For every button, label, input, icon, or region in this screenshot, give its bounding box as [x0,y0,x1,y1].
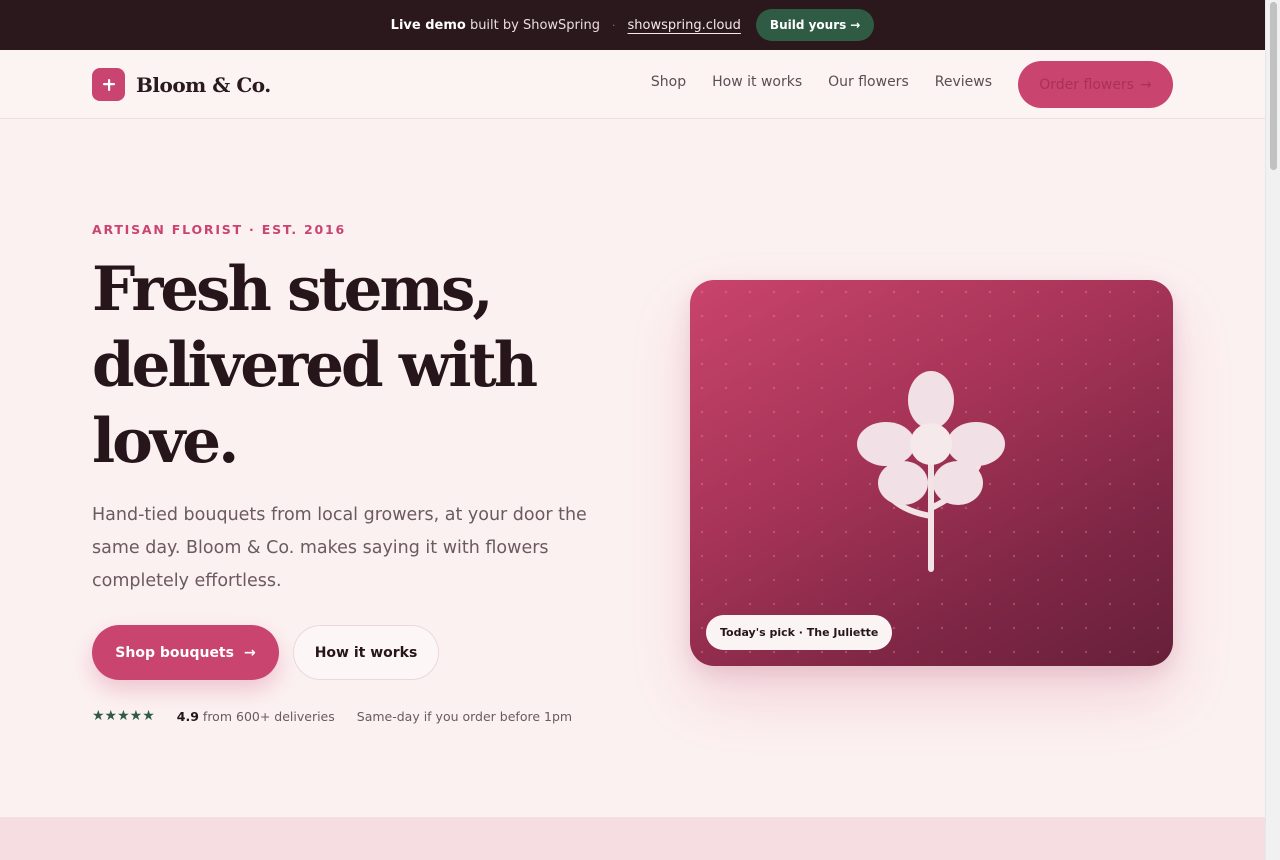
social-proof: ★★★★★ 4.9 from 600+ deliveries Same-day … [92,708,572,724]
brand-name: Bloom & Co. [136,72,271,97]
arrow-right-icon: → [1140,76,1152,93]
next-section-band [0,817,1265,860]
flower-icon [857,371,1005,572]
headline-line-2: delivered with [92,330,538,401]
arrow-right-icon: → [243,644,256,661]
hero-lede: Hand-tied bouquets from local growers, a… [92,505,587,591]
order-flowers-label: Order flowers [1039,76,1134,93]
nav-link-our-flowers[interactable]: Our flowers [828,74,909,90]
headline-line-1: Fresh stems, [92,254,494,325]
demo-banner-credit: built by ShowSpring [465,17,600,33]
scrollbar-thumb[interactable] [1270,2,1277,170]
how-it-works-button[interactable]: How it works [293,625,439,680]
hero-card: Today's pick · The Juliette [690,280,1173,666]
plus-icon [92,68,125,101]
headline-line-3: love. [92,406,239,477]
main-nav: Bloom & Co. Shop How it works Our flower… [0,50,1265,119]
brand-logo[interactable]: Bloom & Co. [92,68,271,101]
showspring-link[interactable]: showspring.cloud [628,18,741,33]
demo-banner: Live demo built by ShowSpring · showspri… [0,0,1265,50]
how-it-works-label: How it works [314,644,418,661]
page-scrollbar[interactable] [1265,0,1280,860]
hero-eyebrow: ARTISAN FLORIST · EST. 2016 [92,222,347,237]
rating-value: 4.9 [176,708,199,724]
same-day-note: Same-day if you order before 1pm [356,708,573,724]
nav-link-how-it-works[interactable]: How it works [712,74,802,90]
demo-banner-lead: Live demo [390,17,466,33]
build-yours-label: Build yours [769,18,847,32]
nav-link-shop[interactable]: Shop [651,74,686,90]
nav-link-reviews[interactable]: Reviews [935,74,992,90]
order-flowers-button[interactable]: Order flowers → [1018,61,1173,108]
todays-pick-badge: Today's pick · The Juliette [706,615,893,650]
star-rating-icon: ★★★★★ [92,708,155,724]
build-yours-button[interactable]: Build yours → [755,9,875,41]
nav-links: Shop How it works Our flowers Reviews [651,74,992,90]
shop-bouquets-label: Shop bouquets [115,644,234,661]
rating-text: from 600+ deliveries [202,708,335,724]
demo-banner-separator: · [612,18,616,32]
arrow-right-icon: → [850,18,861,32]
shop-bouquets-button[interactable]: Shop bouquets → [92,625,279,680]
hero-headline: Fresh stems, delivered with love. [92,252,652,480]
